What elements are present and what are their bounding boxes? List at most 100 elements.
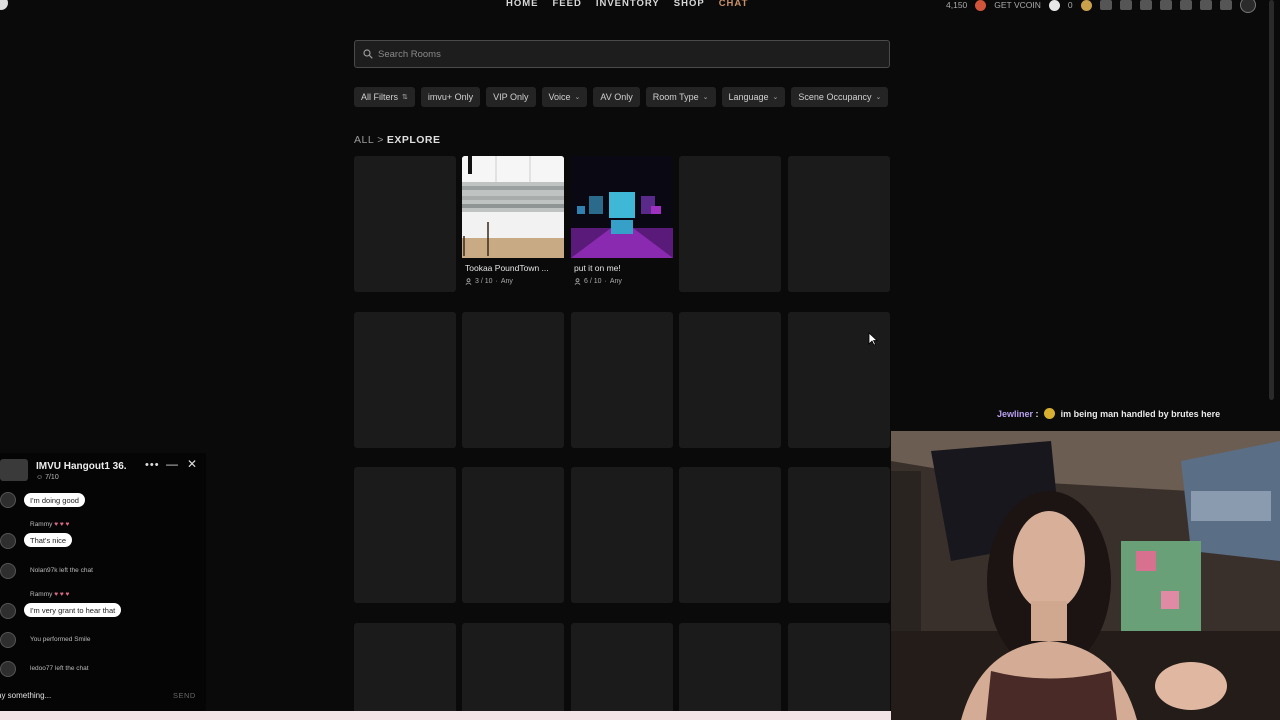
badge-icons: ♥ ♥ ♥ [54,521,70,528]
page-scrollbar[interactable] [1268,0,1276,400]
person-icon [574,278,581,285]
filter-av-only[interactable]: AV Only [593,87,640,107]
person-icon [465,278,472,285]
bell-icon[interactable] [1139,0,1152,10]
chat-message: I'm very grant to hear that [24,603,122,617]
chat-input[interactable] [0,690,157,700]
user-avatar[interactable] [1239,0,1256,13]
stream-chat-alert: Jewliner : im being man handled by brute… [997,408,1220,419]
share-icon[interactable] [1179,0,1192,10]
sender-name[interactable]: Rammy [30,591,52,598]
chat-occupancy-count: 7/10 [45,474,59,481]
send-button[interactable]: SEND [173,691,196,700]
room-card-placeholder [571,312,673,448]
filter-label: Scene Occupancy [798,92,872,102]
room-card-placeholder [788,623,890,720]
more-options-icon[interactable]: ••• [145,459,160,471]
avatar[interactable] [0,492,16,508]
meta-separator: · [495,278,498,285]
alert-username: Jewliner [997,409,1034,419]
mail-icon[interactable] [1199,0,1212,10]
filter-imvu-plus[interactable]: imvu+ Only [420,87,481,107]
nav-home[interactable]: HOME [506,0,539,9]
scrollbar-thumb[interactable] [1269,0,1274,400]
sender-name[interactable]: Rammy [30,521,52,528]
chat-message: That's nice [24,533,73,547]
badge-icons: ♥ ♥ ♥ [54,591,70,598]
room-thumbnail [571,156,673,258]
nav-shop[interactable]: SHOP [674,0,705,9]
avatar[interactable] [0,603,16,619]
friends-icon[interactable] [1219,0,1232,10]
vcoin-icon [1048,0,1060,11]
filter-voice[interactable]: Voice ⌄ [541,87,588,107]
chat-message: I'm doing good [24,493,85,507]
search-bar[interactable] [354,40,890,68]
filter-room-type[interactable]: Room Type ⌄ [645,87,716,107]
filter-all[interactable]: All Filters ⇅ [354,87,415,107]
breadcrumb-separator: > [377,134,384,146]
imvu-logo[interactable] [0,0,8,10]
room-card-placeholder [571,623,673,720]
chat-sender: Rammy ♥ ♥ ♥ [30,591,69,598]
chat-room-name[interactable]: IMVU Hangout1 36. [36,461,127,472]
app-root: HOME FEED INVENTORY SHOP CHAT 4,150 GET … [0,0,1280,720]
minimize-icon[interactable]: — [166,457,178,471]
room-card-placeholder [462,312,564,448]
nav-chat[interactable]: CHAT [719,0,749,9]
chevron-down-icon: ⌄ [875,94,882,101]
gift-icon[interactable] [1159,0,1172,10]
breadcrumb-all[interactable]: ALL [354,134,374,146]
sort-icon: ⇅ [402,94,408,101]
vcoin-balance: 0 [1067,0,1073,10]
nav-account: 4,150 GET VCOIN 0 [946,0,1256,13]
filter-scene-occupancy[interactable]: Scene Occupancy ⌄ [791,87,889,107]
breadcrumb: ALL > EXPLORE [354,134,441,146]
chat-system-message: You performed Smile [30,636,91,643]
room-avatar [0,459,28,481]
notifications-icon[interactable] [1119,0,1132,10]
cart-icon[interactable] [1099,0,1112,10]
filter-language[interactable]: Language ⌄ [721,87,786,107]
room-meta: 6 / 10 · Any [574,278,622,285]
breadcrumb-current: EXPLORE [386,134,441,146]
avatar[interactable] [0,661,16,677]
filter-label: imvu+ Only [427,92,474,102]
nav-inventory[interactable]: INVENTORY [596,0,660,9]
room-card-placeholder [354,467,456,603]
filter-label: Language [728,92,769,102]
room-card[interactable]: put it on me! 6 / 10 · Any [571,156,673,292]
avatar[interactable] [0,632,16,648]
room-occupancy: 3 / 10 [475,278,493,285]
nav-links: HOME FEED INVENTORY SHOP CHAT [506,0,748,9]
filter-label: VIP Only [493,92,529,102]
vip-icon[interactable] [1080,0,1092,11]
get-vcoin-button[interactable]: GET VCOIN [994,0,1041,10]
avatar[interactable] [0,533,16,549]
chat-panel: IMVU Hangout1 36. ☺ 7/10 ••• — ✕ I'm doi… [0,453,206,720]
room-card-placeholder [354,623,456,720]
room-card-placeholder [679,623,781,720]
room-thumbnail [462,156,564,258]
filter-label: Voice [548,92,571,102]
close-icon[interactable]: ✕ [187,457,197,471]
room-card[interactable]: Tookaa PoundTown ... 3 / 10 · Any [462,156,564,292]
mouse-cursor-icon [868,332,878,346]
nav-feed[interactable]: FEED [553,0,582,9]
search-input[interactable] [378,48,858,60]
credits-icon [975,0,987,11]
room-occupancy: 6 / 10 [584,278,602,285]
room-card-placeholder [354,312,456,448]
room-card-placeholder [679,312,781,448]
chevron-down-icon: ⌄ [574,94,581,101]
room-card-placeholder [571,467,673,603]
bottom-bar [0,711,891,720]
webcam-feed [891,431,1280,720]
alert-separator: : [1035,409,1039,419]
room-card-placeholder [462,467,564,603]
chat-occupancy: ☺ 7/10 [36,474,59,481]
chat-header: IMVU Hangout1 36. ☺ 7/10 ••• — ✕ [0,453,206,483]
alert-message: im being man handled by brutes here [1060,409,1221,419]
avatar[interactable] [0,563,16,579]
filter-vip[interactable]: VIP Only [486,87,536,107]
